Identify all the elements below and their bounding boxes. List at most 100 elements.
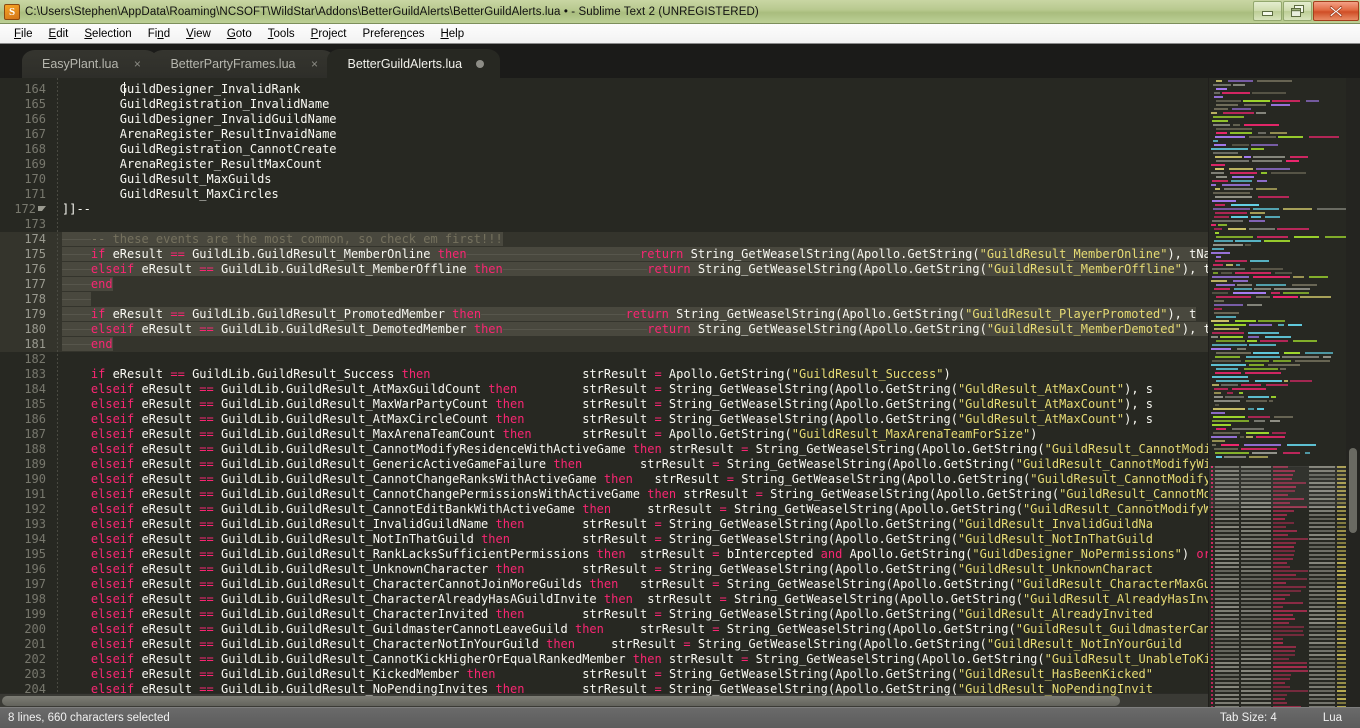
editor-area: 164 165 166 167 168 169 170 171 172 173 174 175 176 1… (0, 78, 1360, 707)
code-line: GuildResult_MaxCircles (58, 187, 1208, 202)
window-controls (1252, 1, 1359, 21)
line-number: 178 (0, 292, 58, 307)
code-line: -- these events are the most common, so … (58, 232, 1208, 247)
line-number: 180 (0, 322, 58, 337)
line-number: 179 (0, 307, 58, 322)
code-line-text: elseif eResult == GuildLib.GuildResult_C… (90, 607, 1153, 621)
vertical-scrollbar[interactable] (1349, 448, 1357, 533)
line-number: 193 (24, 517, 46, 531)
code-line-text: elseif eResult == GuildLib.GuildResult_I… (90, 517, 1153, 531)
menu-view[interactable]: View (178, 26, 219, 42)
close-button[interactable] (1313, 1, 1359, 21)
minimap-canvas (1209, 78, 1360, 707)
tab-label: BetterGuildAlerts.lua (347, 56, 463, 71)
code-line-text: GuildResult_MaxGuilds (119, 172, 272, 186)
tab-betterguildalerts-lua[interactable]: BetterGuildAlerts.lua (327, 49, 501, 78)
menu-help[interactable]: Help (432, 26, 472, 42)
code-line: if eResult == GuildLib.GuildResult_Promo… (58, 307, 1208, 322)
menu-goto[interactable]: Goto (219, 26, 260, 42)
line-number: 197 (24, 577, 46, 591)
line-number: 174 (0, 232, 58, 247)
line-number: 177 (0, 277, 58, 292)
code-line: elseif eResult == GuildLib.GuildResult_K… (58, 667, 1208, 682)
menu-preferences[interactable]: Preferences (354, 26, 432, 42)
code-line: elseif eResult == GuildLib.GuildResult_C… (58, 637, 1208, 652)
statusbar: 8 lines, 660 characters selected Tab Siz… (0, 707, 1360, 728)
menu-find[interactable]: Find (140, 26, 178, 42)
code-line-text: ArenaRegister_ResultInvaidName (119, 127, 337, 141)
code-fold-arrow-icon[interactable] (38, 206, 46, 211)
code-content[interactable]: GuildDesigner_InvalidRank GuildRegistrat… (58, 78, 1208, 707)
code-line-text: elseif eResult == GuildLib.GuildResult_U… (90, 562, 1153, 576)
menu-file[interactable]: File (6, 26, 41, 42)
text-caret (124, 82, 125, 96)
code-line-text: elseif eResult == GuildLib.GuildResult_K… (90, 667, 1154, 681)
code-line-text: GuildRegistration_InvalidName (119, 97, 330, 111)
minimap-viewport[interactable] (1209, 466, 1346, 508)
minimap[interactable] (1208, 78, 1360, 707)
code-line: elseif eResult == GuildLib.GuildResult_D… (58, 322, 1208, 337)
menu-edit[interactable]: Edit (41, 26, 77, 42)
line-number: 187 (24, 427, 46, 441)
code-line-text: elseif eResult == GuildLib.GuildResult_M… (90, 397, 1153, 411)
code-line: elseif eResult == GuildLib.GuildResult_C… (58, 502, 1208, 517)
menu-project[interactable]: Project (303, 26, 355, 42)
code-line-text: if eResult == GuildLib.GuildResult_Succe… (90, 367, 951, 381)
code-line-text: GuildDesigner_InvalidGuildName (119, 112, 337, 126)
minimize-button[interactable] (1253, 1, 1282, 21)
code-line-text: -- these events are the most common, so … (62, 232, 503, 246)
code-line: if eResult == GuildLib.GuildResult_Membe… (58, 247, 1208, 262)
line-number: 199 (24, 607, 46, 621)
line-number: 169 (24, 157, 46, 171)
code-line-text: if eResult == GuildLib.GuildResult_Membe… (62, 247, 1208, 261)
code-line: elseif eResult == GuildLib.GuildResult_C… (58, 607, 1208, 622)
code-line-text: elseif eResult == GuildLib.GuildResult_C… (90, 442, 1208, 456)
code-line: elseif eResult == GuildLib.GuildResult_G… (58, 622, 1208, 637)
line-number: 175 (0, 247, 58, 262)
line-number: 196 (24, 562, 46, 576)
code-line-text: elseif eResult == GuildLib.GuildResult_A… (90, 412, 1153, 426)
line-number: 190 (24, 472, 46, 486)
code-line: if eResult == GuildLib.GuildResult_Succe… (58, 367, 1208, 382)
tab-label: BetterPartyFrames.lua (170, 57, 296, 71)
line-number: 201 (24, 637, 46, 651)
code-line: elseif eResult == GuildLib.GuildResult_N… (58, 532, 1208, 547)
line-number: 164 (24, 82, 46, 96)
horizontal-scrollbar-thumb[interactable] (2, 695, 1120, 706)
tab-easyplant-lua[interactable]: EasyPlant.lua × (22, 50, 159, 78)
tab-dirty-indicator (476, 59, 485, 68)
tab-size-status[interactable]: Tab Size: 4 (1220, 712, 1277, 724)
code-line: elseif eResult == GuildLib.GuildResult_I… (58, 517, 1208, 532)
menu-selection[interactable]: Selection (76, 26, 139, 42)
line-number: 184 (24, 382, 46, 396)
code-line: ]]-- (58, 202, 1208, 217)
code-line-text: elseif eResult == GuildLib.GuildResult_M… (62, 262, 1208, 276)
code-line: GuildDesigner_InvalidRank (58, 82, 1208, 97)
line-number: 191 (24, 487, 46, 501)
line-number: 167 (24, 127, 46, 141)
code-line: elseif eResult == GuildLib.GuildResult_C… (58, 442, 1208, 457)
code-line: elseif eResult == GuildLib.GuildResult_A… (58, 412, 1208, 427)
code-line: elseif eResult == GuildLib.GuildResult_M… (58, 262, 1208, 277)
code-line-text: GuildDesigner_InvalidRank (119, 82, 301, 96)
tab-close-icon[interactable]: × (309, 58, 319, 70)
tab-betterpartyframes-lua[interactable]: BetterPartyFrames.lua × (150, 50, 336, 78)
code-line-text: elseif eResult == GuildLib.GuildResult_R… (90, 547, 1208, 561)
syntax-status[interactable]: Lua (1323, 712, 1342, 724)
tab-close-icon[interactable]: × (132, 58, 142, 70)
code-line: elseif eResult == GuildLib.GuildResult_N… (58, 682, 1208, 697)
code-line: elseif eResult == GuildLib.GuildResult_M… (58, 427, 1208, 442)
titlebar: C:\Users\Stephen\AppData\Roaming\NCSOFT\… (0, 0, 1360, 24)
code-line-text: if eResult == GuildLib.GuildResult_Promo… (62, 307, 1197, 321)
code-line-text: elseif eResult == GuildLib.GuildResult_C… (90, 652, 1208, 666)
window-title: C:\Users\Stephen\AppData\Roaming\NCSOFT\… (25, 5, 759, 18)
selection-status: 8 lines, 660 characters selected (8, 712, 170, 724)
code-line: GuildResult_MaxGuilds (58, 172, 1208, 187)
menu-tools[interactable]: Tools (260, 26, 303, 42)
restore-button[interactable] (1283, 1, 1312, 21)
minimap-gutter (1346, 78, 1360, 707)
code-line: elseif eResult == GuildLib.GuildResult_C… (58, 592, 1208, 607)
code-line: elseif eResult == GuildLib.GuildResult_M… (58, 397, 1208, 412)
code-line-text: elseif eResult == GuildLib.GuildResult_G… (90, 622, 1208, 636)
